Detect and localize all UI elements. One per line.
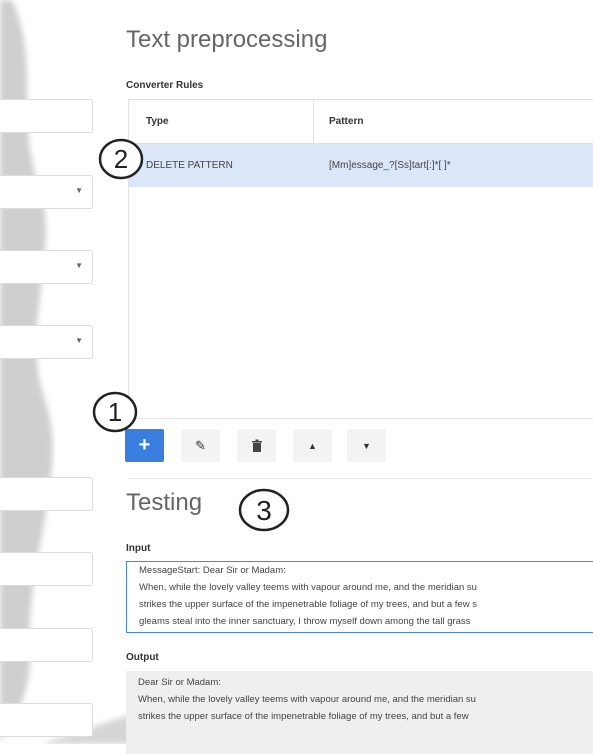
converter-rules-table: Type Pattern DELETE PATTERN [Mm]essage_?… [128,99,593,419]
left-settings-panel: ▼ ▼ ▼ [0,0,110,744]
left-text-field-1[interactable] [0,99,93,133]
input-label: Input [126,543,151,554]
test-output-box: Dear Sir or Madam: When, while the lovel… [126,671,593,754]
column-header-type[interactable]: Type [146,100,169,143]
chevron-down-icon: ▼ [75,336,83,345]
table-row[interactable]: DELETE PATTERN [Mm]essage_?[Ss]tart[:]*[… [129,144,593,187]
table-header: Type Pattern [129,100,593,144]
input-line: When, while the lovely valley teems with… [139,582,477,593]
left-text-field-2[interactable] [0,477,93,511]
chevron-down-icon: ▼ [75,261,83,270]
output-line: Dear Sir or Madam: [138,677,221,688]
main-content: Text preprocessing Converter Rules Type … [118,0,593,754]
input-line: gleams steal into the inner sanctuary, I… [139,616,471,627]
converter-rules-label: Converter Rules [126,80,204,91]
callout-3-number: 3 [256,495,272,526]
triangle-up-icon: ▲ [308,440,317,451]
output-label: Output [126,652,159,663]
edit-rule-button[interactable]: ✎ [181,429,220,462]
test-input-textarea[interactable]: MessageStart: Dear Sir or Madam: When, w… [126,561,593,633]
rule-pattern-cell: [Mm]essage_?[Ss]tart[:]*[ ]* [329,160,451,171]
output-line: strikes the upper surface of the impenet… [138,711,469,722]
trash-icon [251,439,262,452]
section-divider [128,478,593,479]
callout-3-badge: 3 [238,488,290,532]
input-line: strikes the upper surface of the impenet… [139,599,477,610]
page-title: Text preprocessing [126,26,328,53]
column-divider [313,100,314,143]
callout-1-number: 1 [108,397,122,427]
left-dropdown-1[interactable]: ▼ [0,175,93,209]
delete-rule-button[interactable] [237,429,276,462]
pencil-icon: ✎ [195,437,206,453]
left-text-field-3[interactable] [0,552,93,586]
left-dropdown-3[interactable]: ▼ [0,325,93,359]
move-down-button[interactable]: ▼ [347,429,386,462]
testing-title: Testing [126,489,203,516]
triangle-down-icon: ▼ [362,440,371,451]
input-line: MessageStart: Dear Sir or Madam: [139,565,286,576]
left-text-field-4[interactable] [0,628,93,662]
move-up-button[interactable]: ▲ [293,429,332,462]
rule-type-cell: DELETE PATTERN [146,160,233,171]
chevron-down-icon: ▼ [75,186,83,195]
callout-1-badge: 1 [92,391,138,433]
plus-icon: + [138,434,151,456]
column-header-pattern[interactable]: Pattern [329,100,363,143]
left-dropdown-2[interactable]: ▼ [0,250,93,284]
callout-2-number: 2 [114,144,128,174]
callout-2-badge: 2 [98,138,144,180]
left-text-field-5[interactable] [0,703,93,737]
output-line: When, while the lovely valley teems with… [138,694,476,705]
